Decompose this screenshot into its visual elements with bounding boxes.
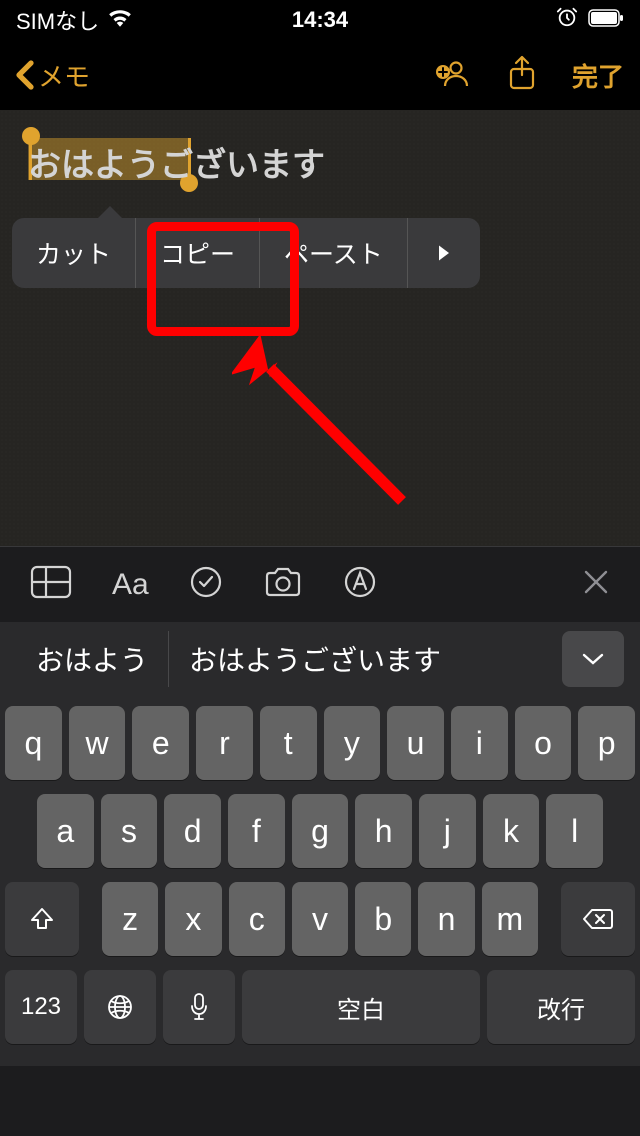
key-b[interactable]: b (355, 882, 411, 956)
context-menu: カット コピー ペースト (12, 218, 480, 288)
cut-button[interactable]: カット (12, 218, 136, 288)
key-s[interactable]: s (101, 794, 158, 868)
key-row-4: 123 空白 改行 (5, 970, 635, 1044)
paste-button[interactable]: ペースト (260, 218, 408, 288)
done-button[interactable]: 完了 (572, 57, 624, 94)
status-right (556, 6, 624, 34)
key-x[interactable]: x (165, 882, 221, 956)
key-d[interactable]: d (164, 794, 221, 868)
key-backspace[interactable] (561, 882, 635, 956)
key-w[interactable]: w (69, 706, 126, 780)
key-n[interactable]: n (418, 882, 474, 956)
key-l[interactable]: l (546, 794, 603, 868)
alarm-icon (556, 6, 578, 34)
share-icon[interactable] (508, 55, 536, 96)
nav-actions: 完了 (434, 55, 624, 96)
key-a[interactable]: a (37, 794, 94, 868)
clock: 14:34 (292, 7, 348, 33)
key-h[interactable]: h (355, 794, 412, 868)
suggestion-expand[interactable] (562, 631, 624, 687)
format-icon[interactable]: Aa (112, 568, 149, 602)
suggestion-2[interactable]: おはようございます (169, 631, 461, 687)
key-p[interactable]: p (578, 706, 635, 780)
key-v[interactable]: v (292, 882, 348, 956)
key-j[interactable]: j (419, 794, 476, 868)
key-mic[interactable] (163, 970, 235, 1044)
key-row-1: q w e r t y u i o p (5, 706, 635, 780)
note-content[interactable]: おはようございます カット コピー ペースト (0, 110, 640, 546)
key-y[interactable]: y (324, 706, 381, 780)
keyboard: q w e r t y u i o p a s d f g h j k l z … (0, 696, 640, 1066)
key-f[interactable]: f (228, 794, 285, 868)
key-row-3: z x c v b n m (5, 882, 635, 956)
notes-toolbar: Aa (0, 546, 640, 622)
key-e[interactable]: e (132, 706, 189, 780)
key-row-2: a s d f g h j k l (5, 794, 635, 868)
battery-icon (588, 7, 624, 33)
key-z[interactable]: z (102, 882, 158, 956)
checklist-icon[interactable] (189, 565, 223, 604)
key-o[interactable]: o (515, 706, 572, 780)
copy-button[interactable]: コピー (136, 218, 260, 288)
key-c[interactable]: c (229, 882, 285, 956)
key-q[interactable]: q (5, 706, 62, 780)
menu-more-button[interactable] (408, 218, 480, 288)
key-space[interactable]: 空白 (242, 970, 480, 1044)
suggestion-bar: おはよう おはようございます (0, 622, 640, 696)
key-t[interactable]: t (260, 706, 317, 780)
key-numbers[interactable]: 123 (5, 970, 77, 1044)
suggestion-1[interactable]: おはよう (16, 631, 169, 687)
toolbar-icons: Aa (30, 565, 377, 604)
table-icon[interactable] (30, 565, 72, 604)
key-g[interactable]: g (292, 794, 349, 868)
key-globe[interactable] (84, 970, 156, 1044)
key-shift[interactable] (5, 882, 79, 956)
key-m[interactable]: m (482, 882, 538, 956)
back-label: メモ (38, 57, 90, 94)
carrier-label: SIMなし (16, 4, 99, 36)
key-k[interactable]: k (483, 794, 540, 868)
status-bar: SIMなし 14:34 (0, 0, 640, 40)
key-i[interactable]: i (451, 706, 508, 780)
key-r[interactable]: r (196, 706, 253, 780)
camera-icon[interactable] (263, 566, 303, 603)
status-left: SIMなし (16, 4, 133, 36)
collaborate-icon[interactable] (434, 56, 472, 95)
markup-icon[interactable] (343, 565, 377, 604)
wifi-icon (107, 7, 133, 33)
note-text[interactable]: おはようございます (28, 138, 325, 186)
key-u[interactable]: u (387, 706, 444, 780)
nav-bar: メモ 完了 (0, 40, 640, 110)
close-toolbar-icon[interactable] (582, 568, 610, 601)
back-button[interactable]: メモ (16, 57, 90, 94)
key-return[interactable]: 改行 (487, 970, 635, 1044)
